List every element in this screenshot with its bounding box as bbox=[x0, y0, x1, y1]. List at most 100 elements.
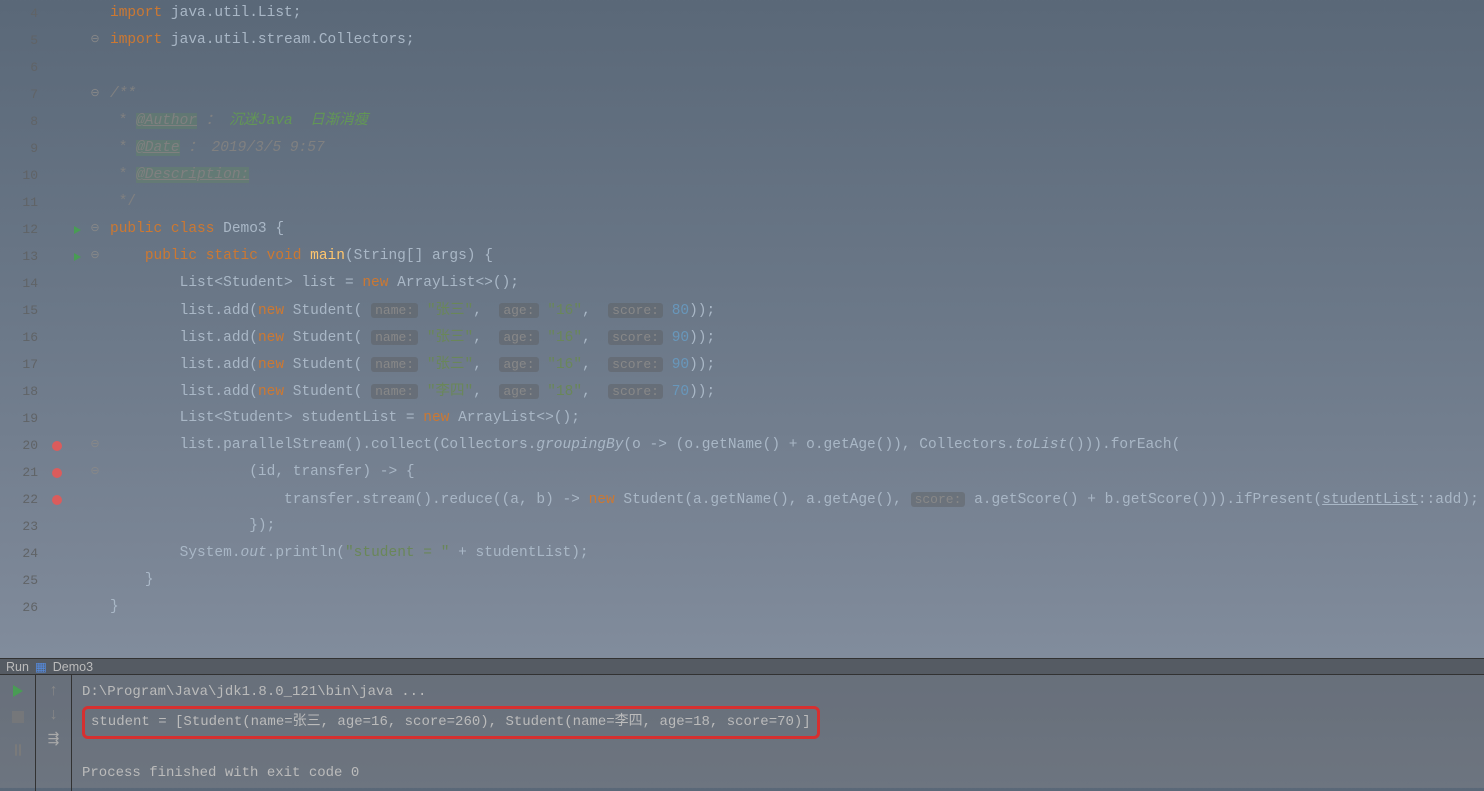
line-number[interactable]: 23 bbox=[0, 513, 38, 540]
code-line[interactable]: (id, transfer) -> { bbox=[110, 459, 1484, 486]
line-number[interactable]: 11 bbox=[0, 189, 38, 216]
breakpoint-slot[interactable] bbox=[48, 594, 68, 621]
pause-button[interactable] bbox=[8, 733, 28, 753]
run-marker-gutter[interactable] bbox=[68, 0, 86, 658]
up-stack-button[interactable]: ↑ bbox=[44, 681, 64, 701]
line-number[interactable]: 13 bbox=[0, 243, 38, 270]
breakpoint-gutter[interactable] bbox=[48, 0, 68, 658]
run-marker-slot[interactable] bbox=[68, 324, 86, 351]
code-line[interactable]: list.add(new Student( name: "李四", age: "… bbox=[110, 378, 1484, 405]
run-line-icon[interactable] bbox=[74, 253, 81, 261]
code-line[interactable]: import java.util.List; bbox=[110, 0, 1484, 27]
breakpoint-slot[interactable] bbox=[48, 135, 68, 162]
line-number-gutter[interactable]: 4567891011121314151617181920212223242526 bbox=[0, 0, 48, 658]
line-number[interactable]: 14 bbox=[0, 270, 38, 297]
breakpoint-slot[interactable] bbox=[48, 405, 68, 432]
breakpoint-slot[interactable] bbox=[48, 81, 68, 108]
run-marker-slot[interactable] bbox=[68, 459, 86, 486]
code-line[interactable]: } bbox=[110, 594, 1484, 621]
run-line-icon[interactable] bbox=[74, 226, 81, 234]
line-number[interactable]: 21 bbox=[0, 459, 38, 486]
editor-area[interactable]: 4567891011121314151617181920212223242526… bbox=[0, 0, 1484, 658]
down-stack-button[interactable]: ↓ bbox=[44, 705, 64, 725]
line-number[interactable]: 12 bbox=[0, 216, 38, 243]
fold-gutter[interactable]: ⊖⊖⊖⊖⊖⊖ bbox=[86, 0, 104, 658]
breakpoint-slot[interactable] bbox=[48, 27, 68, 54]
run-marker-slot[interactable] bbox=[68, 270, 86, 297]
run-marker-slot[interactable] bbox=[68, 27, 86, 54]
run-marker-slot[interactable] bbox=[68, 189, 86, 216]
line-number[interactable]: 7 bbox=[0, 81, 38, 108]
breakpoint-slot[interactable] bbox=[48, 378, 68, 405]
line-number[interactable]: 20 bbox=[0, 432, 38, 459]
code-line[interactable]: List<Student> list = new ArrayList<>(); bbox=[110, 270, 1484, 297]
line-number[interactable]: 8 bbox=[0, 108, 38, 135]
breakpoint-slot[interactable] bbox=[48, 0, 68, 27]
run-marker-slot[interactable] bbox=[68, 351, 86, 378]
breakpoint-slot[interactable] bbox=[48, 324, 68, 351]
run-marker-slot[interactable] bbox=[68, 135, 86, 162]
breakpoint-slot[interactable] bbox=[48, 567, 68, 594]
code-line[interactable]: * @Description: bbox=[110, 162, 1484, 189]
line-number[interactable]: 24 bbox=[0, 540, 38, 567]
fold-toggle[interactable]: ⊖ bbox=[86, 432, 104, 459]
run-marker-slot[interactable] bbox=[68, 405, 86, 432]
breakpoint-icon[interactable] bbox=[52, 495, 62, 505]
breakpoint-slot[interactable] bbox=[48, 243, 68, 270]
run-marker-slot[interactable] bbox=[68, 243, 86, 270]
console-output[interactable]: D:\Program\Java\jdk1.8.0_121\bin\java ..… bbox=[72, 675, 1484, 791]
code-line[interactable]: System.out.println("student = " + studen… bbox=[110, 540, 1484, 567]
line-number[interactable]: 26 bbox=[0, 594, 38, 621]
code-content[interactable]: import java.util.List;import java.util.s… bbox=[104, 0, 1484, 658]
code-line[interactable]: list.add(new Student( name: "张三", age: "… bbox=[110, 351, 1484, 378]
line-number[interactable]: 9 bbox=[0, 135, 38, 162]
breakpoint-slot[interactable] bbox=[48, 486, 68, 513]
code-line[interactable]: list.parallelStream().collect(Collectors… bbox=[110, 432, 1484, 459]
run-marker-slot[interactable] bbox=[68, 216, 86, 243]
breakpoint-slot[interactable] bbox=[48, 189, 68, 216]
run-marker-slot[interactable] bbox=[68, 297, 86, 324]
code-line[interactable]: List<Student> studentList = new ArrayLis… bbox=[110, 405, 1484, 432]
line-number[interactable]: 25 bbox=[0, 567, 38, 594]
breakpoint-slot[interactable] bbox=[48, 108, 68, 135]
code-line[interactable]: }); bbox=[110, 513, 1484, 540]
line-number[interactable]: 6 bbox=[0, 54, 38, 81]
run-marker-slot[interactable] bbox=[68, 513, 86, 540]
run-marker-slot[interactable] bbox=[68, 540, 86, 567]
line-number[interactable]: 10 bbox=[0, 162, 38, 189]
soft-wrap-button[interactable]: ⇶ bbox=[44, 729, 64, 749]
rerun-button[interactable] bbox=[8, 681, 28, 701]
line-number[interactable]: 17 bbox=[0, 351, 38, 378]
run-marker-slot[interactable] bbox=[68, 378, 86, 405]
code-line[interactable]: */ bbox=[110, 189, 1484, 216]
run-marker-slot[interactable] bbox=[68, 108, 86, 135]
fold-toggle[interactable]: ⊖ bbox=[86, 81, 104, 108]
run-marker-slot[interactable] bbox=[68, 594, 86, 621]
run-marker-slot[interactable] bbox=[68, 54, 86, 81]
run-marker-slot[interactable] bbox=[68, 162, 86, 189]
fold-toggle[interactable]: ⊖ bbox=[86, 216, 104, 243]
breakpoint-slot[interactable] bbox=[48, 513, 68, 540]
line-number[interactable]: 22 bbox=[0, 486, 38, 513]
code-line[interactable]: list.add(new Student( name: "张三", age: "… bbox=[110, 324, 1484, 351]
line-number[interactable]: 4 bbox=[0, 0, 38, 27]
code-line[interactable]: list.add(new Student( name: "张三", age: "… bbox=[110, 297, 1484, 324]
breakpoint-slot[interactable] bbox=[48, 459, 68, 486]
breakpoint-icon[interactable] bbox=[52, 441, 62, 451]
code-line[interactable]: public class Demo3 { bbox=[110, 216, 1484, 243]
code-line[interactable]: /** bbox=[110, 81, 1484, 108]
breakpoint-slot[interactable] bbox=[48, 351, 68, 378]
run-marker-slot[interactable] bbox=[68, 486, 86, 513]
line-number[interactable]: 15 bbox=[0, 297, 38, 324]
code-line[interactable]: import java.util.stream.Collectors; bbox=[110, 27, 1484, 54]
breakpoint-slot[interactable] bbox=[48, 432, 68, 459]
code-line[interactable]: * @Date ： 2019/3/5 9:57 bbox=[110, 135, 1484, 162]
fold-toggle[interactable]: ⊖ bbox=[86, 459, 104, 486]
breakpoint-slot[interactable] bbox=[48, 162, 68, 189]
fold-toggle[interactable]: ⊖ bbox=[86, 27, 104, 54]
breakpoint-icon[interactable] bbox=[52, 468, 62, 478]
stop-button[interactable] bbox=[8, 707, 28, 727]
run-marker-slot[interactable] bbox=[68, 432, 86, 459]
run-tool-header[interactable]: Run ▦ Demo3 bbox=[0, 659, 1484, 675]
breakpoint-slot[interactable] bbox=[48, 54, 68, 81]
